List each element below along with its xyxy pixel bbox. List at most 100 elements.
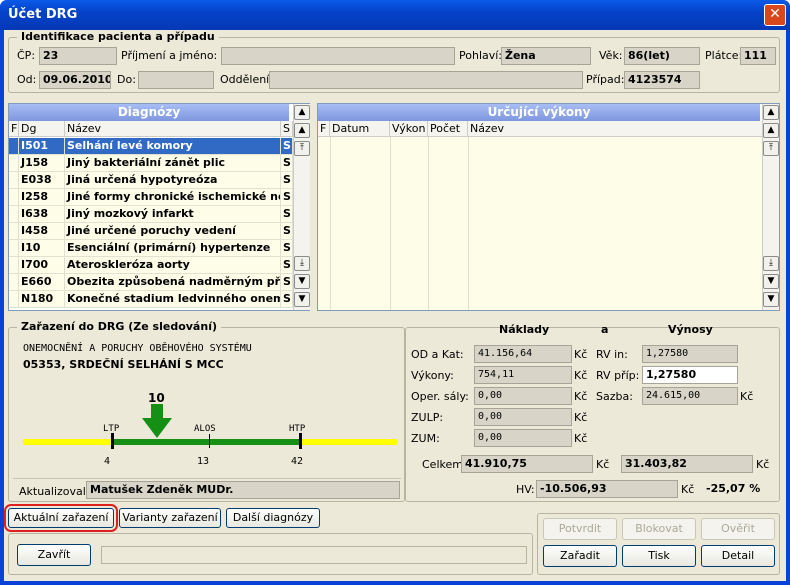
table-row[interactable]: N180 Konečné stadium ledvinného onemoc S: [9, 291, 293, 308]
table-row[interactable]: I458 Jiné určené poruchy vedení S: [9, 223, 293, 240]
other-diagnoses-button[interactable]: Další diagnózy: [226, 508, 320, 528]
cell-f: [9, 138, 19, 154]
los-current-value: 10: [148, 391, 165, 405]
payer-field: 111: [740, 47, 776, 65]
cell-f: [9, 223, 19, 239]
verify-button[interactable]: Ověřit: [701, 518, 775, 540]
od-label: OD a Kat:: [411, 348, 464, 361]
cell-dg: I638: [19, 206, 65, 222]
cell-s: S: [281, 138, 293, 154]
scroll-pageup-icon[interactable]: ⤒: [763, 141, 779, 156]
col-name[interactable]: Název: [468, 121, 762, 137]
col-date[interactable]: Datum: [330, 121, 390, 137]
table-row[interactable]: E660Obezita způsobená nadměrným příjmeS: [9, 274, 293, 291]
close-icon[interactable]: ✕: [764, 4, 786, 26]
total-revenue-currency: Kč: [756, 458, 770, 471]
table-row[interactable]: J158 Jiný bakteriální zánět plic S: [9, 155, 293, 172]
sex-field: Žena: [501, 47, 591, 65]
current-assignment-button[interactable]: Aktuální zařazení: [4, 504, 118, 532]
rvprip-label: RV příp:: [596, 369, 640, 382]
detail-button[interactable]: Detail: [701, 545, 775, 567]
drg-group: Zařazení do DRG (Ze sledování) ONEMOCNĚN…: [8, 320, 405, 502]
scroll-top-icon[interactable]: ▲: [763, 105, 779, 120]
cell-name: Esenciální (primární) hypertenze: [65, 240, 281, 256]
cp-label: ČP:: [17, 49, 36, 62]
dept-field: [269, 71, 583, 89]
total-costs-field: 41.910,75: [461, 455, 593, 473]
total-label: Celkem:: [422, 458, 467, 471]
print-button[interactable]: Tisk: [622, 545, 696, 567]
htp-label: HTP: [289, 424, 306, 434]
cell-f: [9, 274, 19, 290]
block-button[interactable]: Blokovat: [622, 518, 696, 540]
diagnoses-panel: Diagnózy F Dg Název S I501 Selhání levé k…: [8, 103, 310, 311]
scroll-pageup-icon[interactable]: ⤒: [294, 141, 310, 156]
procedures-grid[interactable]: [318, 137, 762, 310]
cell-f: [9, 155, 19, 171]
col-f[interactable]: F: [9, 121, 19, 137]
col-dg[interactable]: Dg: [19, 121, 65, 137]
scroll-up-icon[interactable]: ▲: [763, 123, 779, 138]
scroll-top-icon[interactable]: ▲: [294, 105, 310, 120]
assign-button[interactable]: Zařadit: [543, 545, 617, 567]
name-field: [221, 47, 455, 65]
age-label: Věk:: [599, 49, 623, 62]
col-f[interactable]: F: [318, 121, 330, 137]
procedures-column-header: F Datum Výkon Počet Název: [318, 121, 762, 137]
table-row[interactable]: I258 Jiné formy chronické ischemické nem S: [9, 189, 293, 206]
close-button[interactable]: Zavřít: [17, 544, 91, 566]
approve-button[interactable]: Potvrdit: [543, 518, 617, 540]
col-s[interactable]: S: [281, 121, 293, 137]
cell-s: S: [281, 274, 293, 290]
age-field: 86(let): [624, 47, 700, 65]
scroll-down-icon[interactable]: ▼: [294, 274, 310, 289]
sex-label: Pohlaví:: [459, 49, 503, 62]
cell-dg: N180: [19, 291, 65, 307]
cell-s: S: [281, 172, 293, 188]
cell-dg: E038: [19, 172, 65, 188]
scroll-down-icon[interactable]: ▼: [763, 274, 779, 289]
app-window: Účet DRG ✕ Identifikace pacienta a přípa…: [0, 0, 790, 585]
table-row[interactable]: I638 Jiný mozkový infarkt S: [9, 206, 293, 223]
procedures-header: Určující výkony: [318, 104, 760, 121]
vykony-currency: Kč: [574, 369, 588, 382]
cell-dg: I10: [19, 240, 65, 256]
cell-name: Jiný bakteriální zánět plic: [65, 155, 281, 171]
scroll-bottom-icon[interactable]: ▼: [294, 292, 310, 307]
total-revenue-field: 31.403,82: [621, 455, 753, 473]
patient-group: Identifikace pacienta a případu ČP: 23 P…: [8, 30, 780, 93]
cp-field: 23: [39, 47, 117, 65]
name-label: Příjmení a jméno:: [121, 49, 218, 62]
scroll-bottom-icon[interactable]: ▼: [763, 292, 779, 307]
od-field: 41.156,64: [474, 345, 572, 363]
cell-dg: I700: [19, 257, 65, 273]
col-count[interactable]: Počet: [428, 121, 468, 137]
table-row[interactable]: I700 Ateroskleróza aorty S: [9, 257, 293, 274]
table-row[interactable]: I10 Esenciální (primární) hypertenze S: [9, 240, 293, 257]
alos-label: ALOS: [194, 424, 216, 434]
cell-dg: I501: [19, 138, 65, 154]
los-bar-normal: [111, 439, 301, 445]
scroll-up-icon[interactable]: ▲: [294, 123, 310, 138]
sazba-field: 24.615,00: [642, 387, 738, 405]
case-field: 4123574: [624, 71, 700, 89]
drg-code: 05353, SRDEČNÍ SELHÁNÍ S MCC: [23, 358, 224, 371]
title-bar: Účet DRG ✕: [0, 0, 790, 30]
sazba-currency: Kč: [740, 390, 754, 403]
dept-label: Oddělení:: [220, 73, 273, 86]
scroll-pagedown-icon[interactable]: ⤓: [294, 256, 310, 271]
scroll-pagedown-icon[interactable]: ⤓: [763, 256, 779, 271]
cell-f: [9, 291, 19, 307]
case-label: Případ:: [586, 73, 625, 86]
col-name[interactable]: Název: [65, 121, 281, 137]
hv-field: -10.506,93: [536, 480, 678, 498]
assignment-variants-button[interactable]: Varianty zařazení: [119, 508, 221, 528]
from-field: 09.06.2010: [39, 71, 111, 89]
table-row[interactable]: I501 Selhání levé komory S: [9, 138, 293, 155]
los-arrow-icon: [142, 404, 172, 438]
table-row[interactable]: E038 Jiná určená hypotyreóza S: [9, 172, 293, 189]
cell-f: [9, 206, 19, 222]
htp-value: 42: [291, 456, 304, 467]
ltp-marker: [111, 433, 114, 449]
col-procedure[interactable]: Výkon: [390, 121, 428, 137]
